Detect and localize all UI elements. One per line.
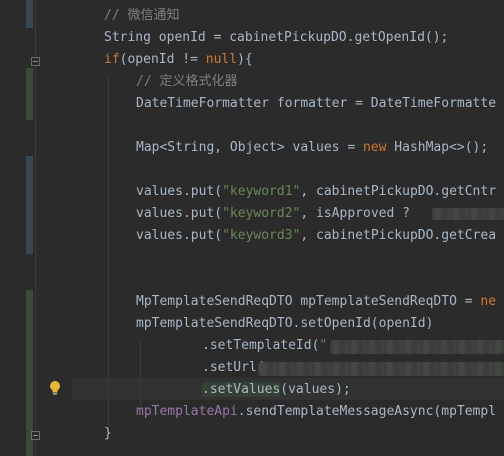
code-token: values.put( <box>136 206 223 221</box>
indent-guide <box>140 340 141 406</box>
code-token: , isApproved ? <box>300 206 410 221</box>
fold-guide-line <box>35 0 36 456</box>
code-token: DateTimeFormatter formatter = DateTimeFo… <box>136 96 497 111</box>
code-token: // 微信通知 <box>104 8 180 23</box>
code-token: .setUrl( <box>202 360 265 375</box>
lightbulb-icon[interactable] <box>48 380 62 396</box>
code-editor[interactable]: // 微信通知 String openId = cabinetPickupDO.g… <box>0 0 504 456</box>
code-token: if <box>104 52 120 67</box>
code-line[interactable]: mpTemplateApi.sendTemplateMessageAsync(m… <box>136 401 496 423</box>
code-token: (values); <box>280 382 351 397</box>
code-token: (openId != <box>119 52 206 67</box>
code-line[interactable]: Map<String, Object> values = new HashMap… <box>136 137 488 159</box>
code-token: Map<String, Object> values = <box>136 140 363 155</box>
code-token: null <box>205 52 238 67</box>
code-token: , cabinetPickupDO.getCrea <box>300 228 497 243</box>
editor-gutter[interactable] <box>0 0 72 456</box>
code-line[interactable]: DateTimeFormatter formatter = DateTimeFo… <box>136 93 496 115</box>
code-line[interactable]: .setTemplateId(" <box>202 335 327 357</box>
code-line[interactable]: // 定义格式化器 <box>136 71 237 93</box>
code-token: mpTemplateSendReqDTO.setOpenId(openId) <box>136 316 434 331</box>
change-marker-added[interactable] <box>26 68 33 120</box>
redacted-region <box>258 362 504 376</box>
code-line[interactable]: MpTemplateSendReqDTO mpTemplateSendReqDT… <box>136 291 496 313</box>
code-token: new <box>362 140 387 155</box>
code-token: "keyword1" <box>222 184 301 199</box>
code-line[interactable]: } <box>104 423 112 445</box>
code-line[interactable]: if(openId != null){ <box>104 49 253 71</box>
code-token: " <box>319 338 328 353</box>
change-marker-modified[interactable] <box>26 156 33 254</box>
code-token: .sendTemplateMessageAsync(mpTempl <box>237 404 497 419</box>
change-marker-modified[interactable] <box>26 0 33 28</box>
code-token: .setValues <box>202 382 281 397</box>
code-token: String openId = cabinetPickupDO.getOpenI… <box>104 30 449 45</box>
code-token: , cabinetPickupDO.getCntr <box>300 184 497 199</box>
code-line[interactable]: // 微信通知 <box>104 5 179 27</box>
fold-icon[interactable] <box>31 57 40 66</box>
code-line[interactable]: values.put("keyword2", isApproved ? <box>136 203 410 225</box>
code-token: // 定义格式化器 <box>136 74 238 89</box>
code-line[interactable]: String openId = cabinetPickupDO.getOpenI… <box>104 27 448 49</box>
code-line[interactable]: values.put("keyword1", cabinetPickupDO.g… <box>136 181 496 203</box>
code-token: values.put( <box>136 184 223 199</box>
code-token: HashMap<>(); <box>386 140 489 155</box>
code-token: .setTemplateId( <box>202 338 320 353</box>
code-line[interactable]: .setValues(values); <box>202 379 351 401</box>
code-token: ){ <box>237 52 253 67</box>
code-token: } <box>104 426 112 441</box>
redacted-region <box>432 208 504 220</box>
indent-guide <box>108 76 109 432</box>
code-line[interactable]: mpTemplateSendReqDTO.setOpenId(openId) <box>136 313 433 335</box>
code-token: mpTemplateApi <box>136 404 238 419</box>
code-token: values.put( <box>136 228 223 243</box>
code-line[interactable]: values.put("keyword3", cabinetPickupDO.g… <box>136 225 496 247</box>
code-token: "keyword2" <box>222 206 301 221</box>
code-line[interactable]: .setUrl( <box>202 357 265 379</box>
code-token: MpTemplateSendReqDTO mpTemplateSendReqDT… <box>136 294 481 309</box>
redacted-region <box>330 340 504 354</box>
code-token: "keyword3" <box>222 228 301 243</box>
fold-icon[interactable] <box>31 431 40 440</box>
code-token: ne <box>480 294 497 309</box>
